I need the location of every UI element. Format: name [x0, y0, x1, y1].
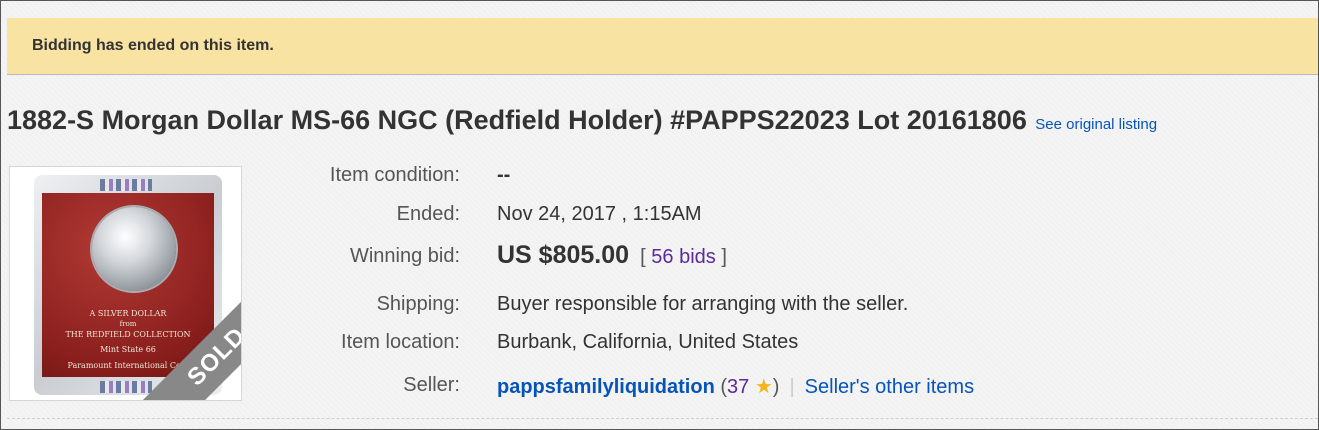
item-condition-row: Item condition: -- — [1, 164, 1301, 190]
divider — [7, 418, 1318, 419]
seller-label: Seller: — [403, 374, 460, 396]
feedback-close-paren: ) — [772, 376, 780, 398]
feedback-score-link[interactable]: 37 — [727, 376, 749, 398]
star-icon: ★ — [754, 376, 773, 398]
item-photo[interactable]: A SILVER DOLLAR from THE REDFIELD COLLEC… — [9, 166, 242, 401]
sellers-other-items-link[interactable]: Seller's other items — [805, 376, 974, 398]
ended-row: Ended: Nov 24, 2017 , 1:15AM — [1, 203, 1301, 229]
bids-bracket-open: [ — [640, 246, 646, 268]
see-original-listing-link[interactable]: See original listing — [1035, 116, 1157, 133]
seller-row: Seller: pappsfamilyliquidation (37 ★) | Se… — [1, 374, 1301, 400]
shipping-label: Shipping: — [376, 293, 460, 315]
ended-alert-banner: Bidding has ended on this item. — [7, 18, 1318, 75]
ended-date: Nov 24, 2017 — [497, 203, 616, 225]
alert-message: Bidding has ended on this item. — [32, 37, 274, 54]
bid-history-link[interactable]: 56 bids — [651, 246, 716, 268]
separator: | — [789, 376, 795, 398]
item-location-value: Burbank, California, United States — [497, 331, 799, 353]
listing-frame: Bidding has ended on this item. 1882-S M… — [0, 0, 1319, 430]
winning-bid-price: US $805.00 — [497, 241, 630, 269]
item-location-label: Item location: — [341, 331, 460, 353]
seller-info: pappsfamilyliquidation (37 ★) | Seller's o… — [497, 374, 974, 399]
item-condition-label: Item condition: — [329, 164, 460, 186]
item-condition-value: -- — [497, 164, 511, 186]
ended-time: 1:15AM — [632, 203, 702, 225]
item-location-row: Item location: Burbank, California, Unit… — [1, 331, 1301, 357]
ended-value: Nov 24, 2017 , 1:15AM — [497, 203, 702, 226]
title-row: 1882-S Morgan Dollar MS-66 NGC (Redfield… — [7, 105, 1157, 136]
seller-name-link[interactable]: pappsfamilyliquidation — [497, 376, 715, 398]
winning-bid-row: Winning bid: US $805.00 [ 56 bids ] — [1, 241, 1301, 271]
ended-label: Ended: — [396, 203, 460, 225]
page-title: 1882-S Morgan Dollar MS-66 NGC (Redfield… — [7, 105, 1027, 135]
shipping-value: Buyer responsible for arranging with the… — [497, 293, 909, 315]
winning-bid-value: US $805.00 [ 56 bids ] — [497, 241, 727, 270]
shipping-row: Shipping: Buyer responsible for arrangin… — [1, 293, 1301, 319]
ended-separator: , — [615, 203, 633, 225]
bids-bracket-close: ] — [721, 246, 727, 268]
winning-bid-label: Winning bid: — [349, 245, 460, 267]
card-text-line: from — [119, 320, 137, 328]
